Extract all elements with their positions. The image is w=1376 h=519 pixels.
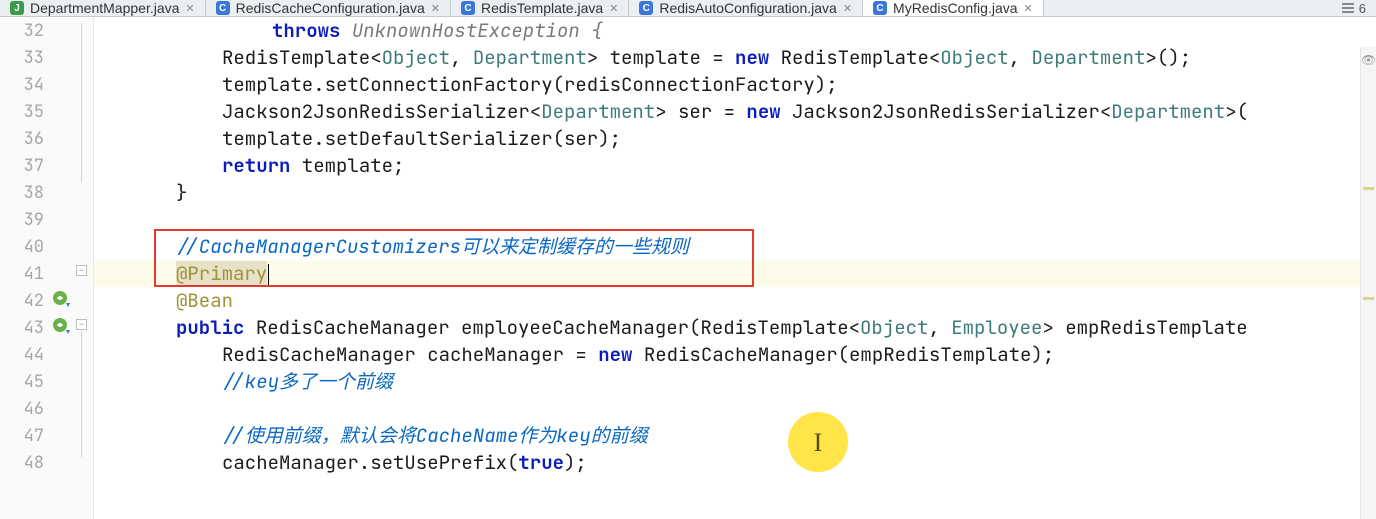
line-number: 43 (0, 317, 44, 339)
code-text: Jackson2JsonRedisSerializer< (792, 99, 1111, 124)
annotation-primary: @Primary (176, 261, 267, 286)
line-number: 44 (0, 344, 44, 366)
line-number: 32 (0, 20, 44, 42)
code-text: > ser = (655, 99, 746, 124)
class-file-icon: C (639, 1, 653, 15)
line-number: 35 (0, 101, 44, 123)
code-text: new (735, 45, 781, 70)
line-number: 33 (0, 47, 44, 69)
code-text: > empRedisTemplate (1042, 315, 1247, 340)
text-caret (268, 264, 269, 286)
marker-bar[interactable]: 👁 (1360, 47, 1376, 519)
line-number: 39 (0, 209, 44, 231)
code-text: Department (541, 99, 655, 124)
line-number: 36 (0, 128, 44, 150)
line-number: 41 (0, 263, 44, 285)
code-text: RedisCacheManager cacheManager = (222, 342, 598, 367)
code-area[interactable]: throws UnknownHostException { RedisTempl… (94, 17, 1376, 519)
code-text: Object (382, 45, 450, 70)
tab-label: DepartmentMapper.java (30, 0, 179, 16)
annotation-bean: @Bean (176, 288, 233, 313)
code-text: Object (940, 45, 1008, 70)
class-file-icon: C (873, 1, 887, 15)
code-text: Employee (951, 315, 1042, 340)
tab-department-mapper[interactable]: J DepartmentMapper.java ✕ (0, 0, 206, 16)
close-icon[interactable]: ✕ (431, 2, 440, 15)
tab-redis-template[interactable]: C RedisTemplate.java ✕ (451, 0, 629, 16)
code-text: template; (302, 153, 405, 178)
line-number: 45 (0, 371, 44, 393)
code-text: Department (1031, 45, 1145, 70)
tab-label: RedisTemplate.java (481, 0, 603, 16)
tab-label: RedisAutoConfiguration.java (659, 0, 836, 16)
code-text: , (450, 45, 473, 70)
close-icon[interactable]: ✕ (185, 2, 194, 15)
code-comment: //使用前缀，默认会将CacheName作为key的前缀 (222, 423, 648, 448)
line-number: 42 (0, 290, 44, 312)
code-text: public (176, 315, 256, 340)
code-text: template.setConnectionFactory(redisConne… (222, 72, 838, 97)
code-text: RedisCacheManager employeeCacheManager(R… (256, 315, 860, 340)
code-text: , (928, 315, 951, 340)
tab-label: MyRedisConfig.java (893, 0, 1018, 16)
code-text: RedisTemplate< (222, 45, 382, 70)
warning-marker[interactable] (1363, 187, 1374, 190)
bean-gutter-icon[interactable] (52, 290, 70, 308)
code-text: RedisTemplate< (781, 45, 941, 70)
class-file-icon: C (461, 1, 475, 15)
code-text: Jackson2JsonRedisSerializer< (222, 99, 541, 124)
code-text: UnknownHostException { (352, 18, 603, 43)
warning-marker[interactable] (1363, 297, 1374, 300)
code-text: >( (1225, 99, 1248, 124)
editor-tabs: J DepartmentMapper.java ✕ C RedisCacheCo… (0, 0, 1376, 17)
inspections-eye-icon[interactable]: 👁 (1361, 53, 1376, 67)
code-text: throws (272, 18, 340, 43)
code-text: } (176, 180, 187, 205)
tab-label: RedisCacheConfiguration.java (236, 0, 425, 16)
code-text: ); (564, 450, 587, 475)
code-text: new (598, 342, 644, 367)
gutter: 32 33 34 35 36 37 38 39 40 41 42 43 44 4… (0, 17, 94, 519)
tabs-overflow[interactable]: 6 (1331, 1, 1376, 16)
line-number: 38 (0, 182, 44, 204)
class-file-icon: C (216, 1, 230, 15)
line-number: 47 (0, 425, 44, 447)
fold-line (81, 331, 82, 457)
code-text: Object (860, 315, 928, 340)
line-number: 34 (0, 74, 44, 96)
close-icon[interactable]: ✕ (609, 2, 618, 15)
code-text: new (746, 99, 792, 124)
code-text: >(); (1146, 45, 1192, 70)
close-icon[interactable]: ✕ (1024, 2, 1033, 15)
code-text: Department (1111, 99, 1225, 124)
tab-my-redis-config[interactable]: C MyRedisConfig.java ✕ (863, 0, 1044, 16)
line-number: 40 (0, 236, 44, 258)
code-text: return (222, 153, 302, 178)
fold-toggle[interactable]: − (76, 265, 87, 276)
code-comment: //CacheManagerCustomizers可以来定制缓存的一些规则 (176, 234, 689, 259)
tab-redis-auto-configuration[interactable]: C RedisAutoConfiguration.java ✕ (629, 0, 863, 16)
java-file-icon: J (10, 1, 24, 15)
overflow-count: 6 (1359, 1, 1366, 16)
code-text: , (1009, 45, 1032, 70)
code-editor[interactable]: 32 33 34 35 36 37 38 39 40 41 42 43 44 4… (0, 17, 1376, 519)
code-comment: //key多了一个前缀 (222, 369, 393, 394)
code-text: > template = (587, 45, 735, 70)
close-icon[interactable]: ✕ (843, 2, 852, 15)
code-text: RedisCacheManager(empRedisTemplate); (644, 342, 1054, 367)
tab-redis-cache-configuration[interactable]: C RedisCacheConfiguration.java ✕ (206, 0, 451, 16)
line-number: 37 (0, 155, 44, 177)
code-text: Department (473, 45, 587, 70)
list-icon (1341, 2, 1355, 14)
fold-toggle[interactable]: − (76, 319, 87, 330)
line-number: 48 (0, 452, 44, 474)
bean-gutter-icon[interactable] (52, 317, 70, 335)
code-text: true (518, 450, 564, 475)
code-text: template.setDefaultSerializer(ser); (222, 126, 621, 151)
code-text: cacheManager.setUsePrefix( (222, 450, 518, 475)
line-number: 46 (0, 398, 44, 420)
fold-line (81, 23, 82, 183)
